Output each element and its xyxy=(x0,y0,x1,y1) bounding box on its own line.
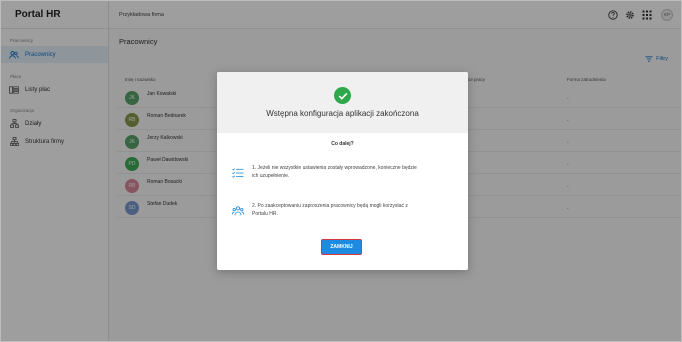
success-check-icon xyxy=(334,87,351,104)
dialog-header: Wstępna konfiguracja aplikacji zakończon… xyxy=(217,72,468,133)
team-icon xyxy=(231,204,245,218)
step-1-text-line-2: ich uzupełnienie. xyxy=(252,173,290,179)
next-step-1: 1. Jeżeli nie wszystkie ustawienia zosta… xyxy=(231,164,454,180)
dialog-subtitle: Co dalej? xyxy=(331,141,354,147)
checklist-icon xyxy=(231,166,245,180)
step-2-text-line-1: 2. Po zaakceptowaniu zaproszenia pracown… xyxy=(252,203,408,209)
next-step-2: 2. Po zaakceptowaniu zaproszenia pracown… xyxy=(231,202,454,218)
app-window: Portal HR Pracownicy Pracownicy Płace Li… xyxy=(0,0,682,342)
step-1-text-line-1: 1. Jeżeli nie wszystkie ustawienia zosta… xyxy=(252,165,417,171)
close-button[interactable]: ZAMKNIJ xyxy=(321,239,362,255)
step-2-text-line-2: Portalu HR. xyxy=(252,211,278,217)
dialog-title: Wstępna konfiguracja aplikacji zakończon… xyxy=(266,109,419,118)
modal-backdrop[interactable]: Wstępna konfiguracja aplikacji zakończon… xyxy=(1,1,681,341)
setup-complete-dialog: Wstępna konfiguracja aplikacji zakończon… xyxy=(217,72,468,270)
